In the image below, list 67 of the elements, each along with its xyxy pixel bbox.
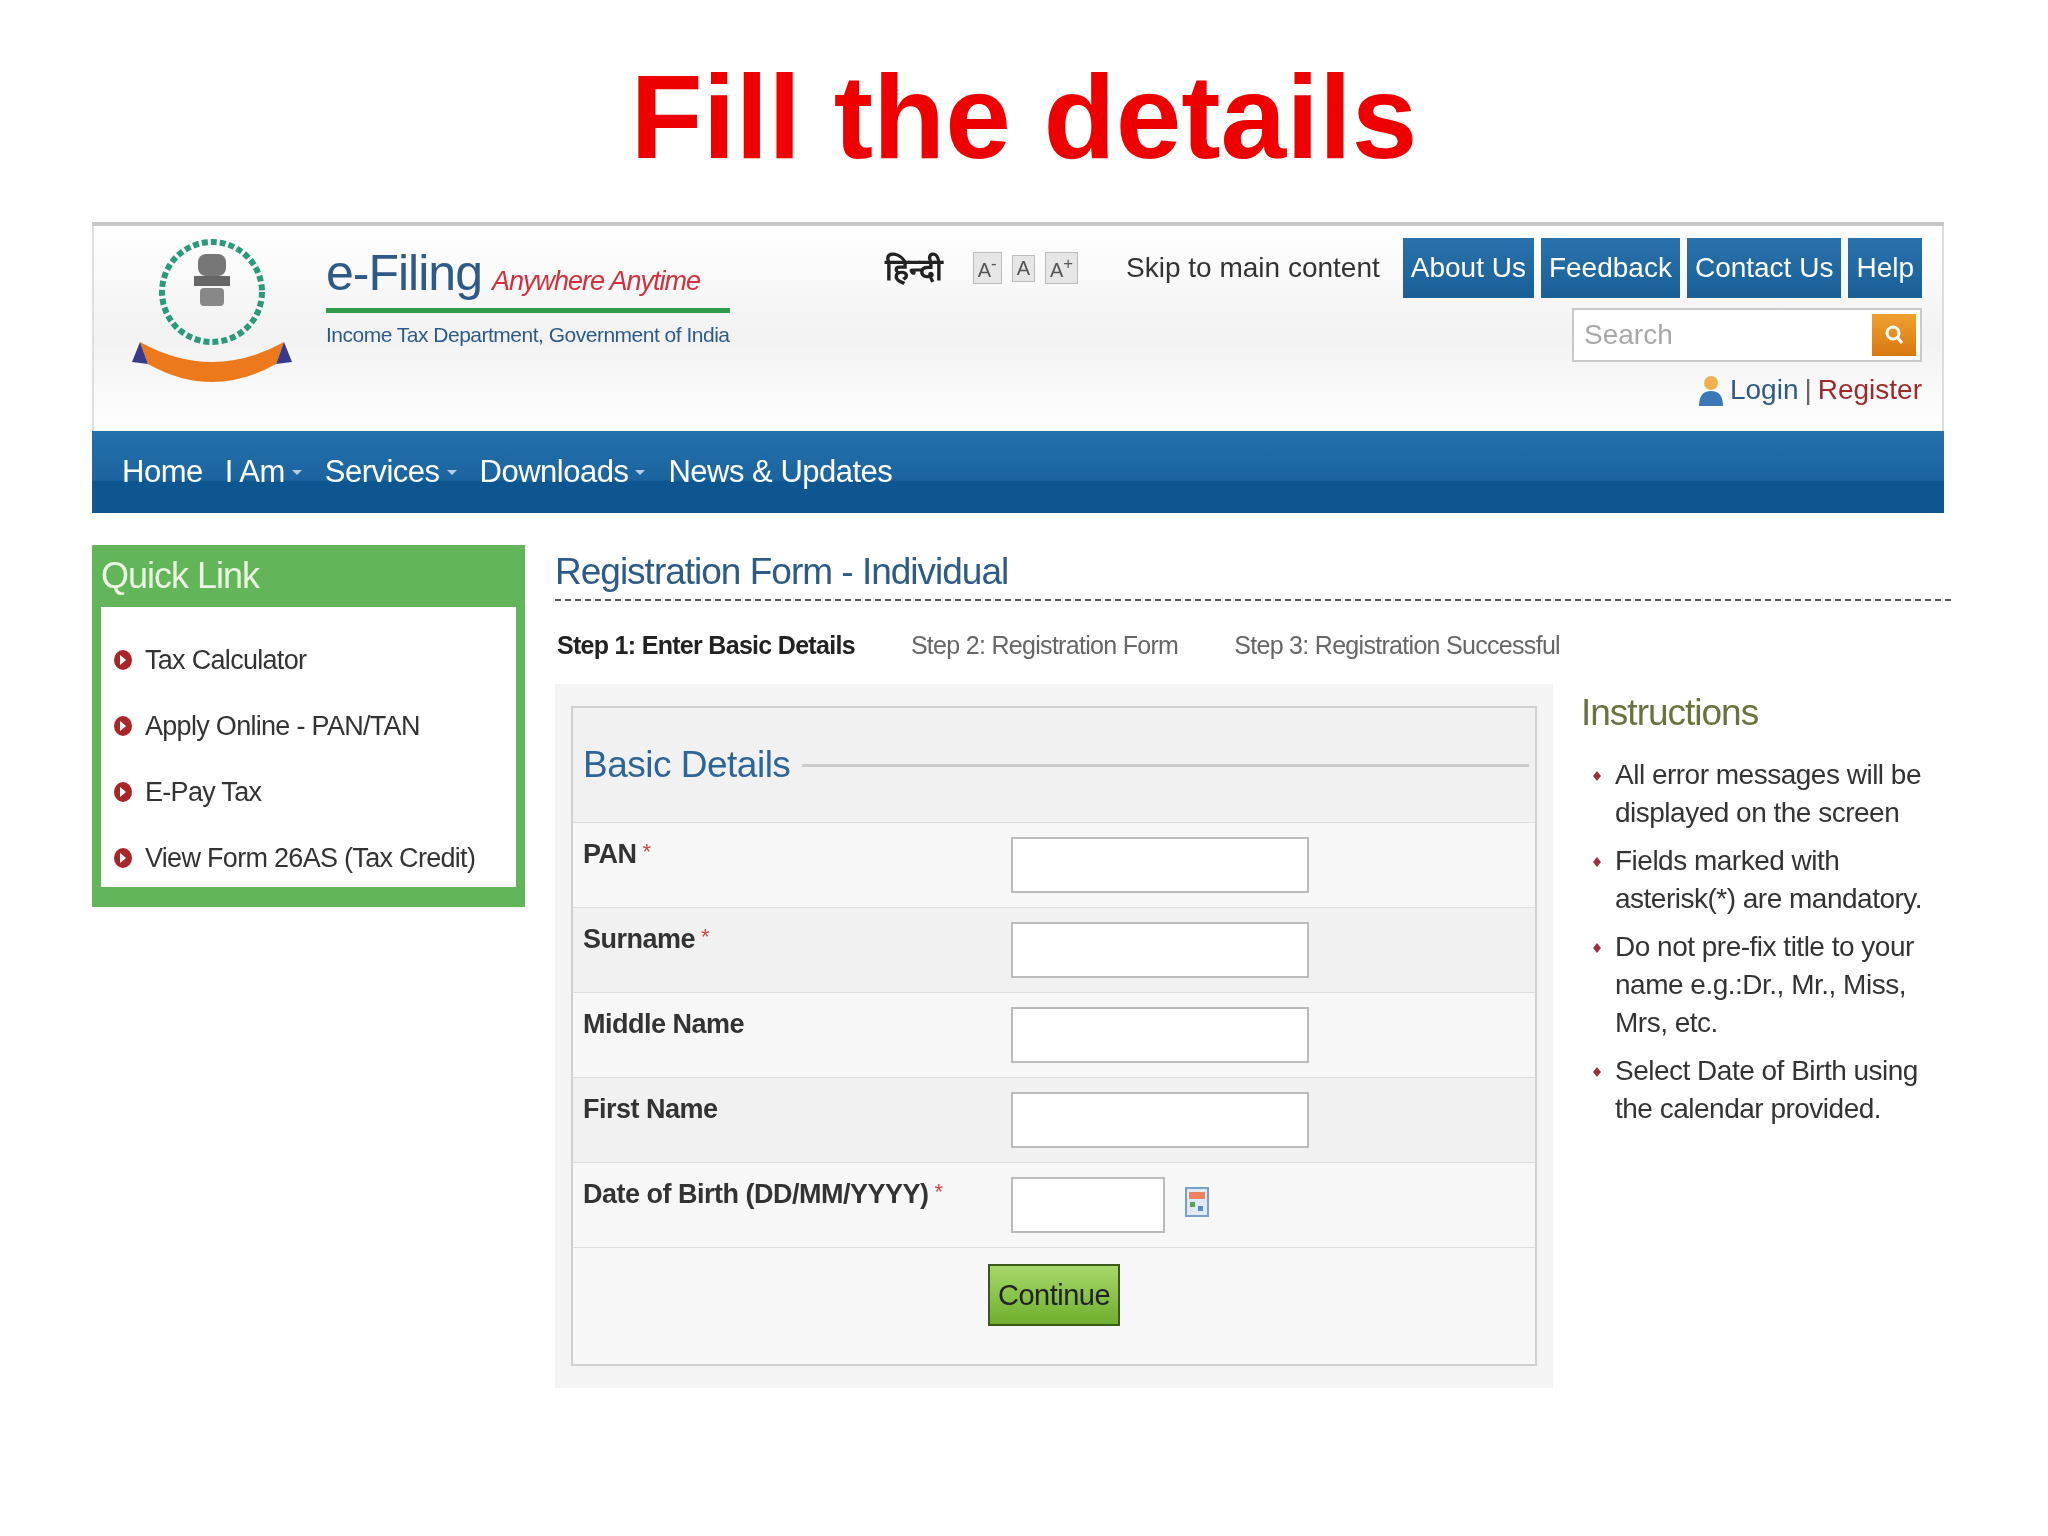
form-heading: Registration Form - Individual: [555, 551, 1009, 593]
instruction-text: All error messages will be displayed on the screen: [1615, 758, 1922, 830]
quick-link[interactable]: View Form 26AS (Tax Credit): [145, 842, 476, 874]
nav-menu-item[interactable]: Services: [324, 454, 458, 490]
field-label: Date of Birth (DD/MM/YYYY): [583, 1179, 929, 1209]
section-legend: Basic Details: [583, 744, 791, 786]
font-size-button[interactable]: A$^{+}$: [1045, 252, 1079, 284]
instruction-text: Fields marked with asterisk(*) are mandatory.: [1615, 844, 1924, 916]
field-label: Middle Name: [583, 1009, 745, 1039]
nav-menu-item[interactable]: I Am: [224, 454, 303, 490]
bullet-icon: [1593, 771, 1601, 781]
skip-link[interactable]: Skip to main content: [1126, 252, 1380, 284]
nav-menu-item[interactable]: Home: [122, 454, 203, 490]
tagline: Anywhere Anytime: [491, 266, 701, 297]
top-menu-button[interactable]: Feedback: [1540, 238, 1680, 298]
arrow-bullet-icon: [113, 715, 133, 737]
register-link[interactable]: Register: [1817, 374, 1922, 406]
search-input[interactable]: Search: [1582, 318, 1872, 352]
required-mark: *: [701, 924, 710, 949]
instruction-text: Select Date of Birth using the calendar provided.: [1615, 1054, 1919, 1126]
nav-menu-item[interactable]: Downloads: [479, 454, 647, 490]
calendar-icon[interactable]: [1185, 1187, 1209, 1217]
wizard-step: Step 2: Registration Form: [910, 631, 1179, 660]
arrow-bullet-icon: [113, 649, 133, 671]
login-link[interactable]: Login: [1729, 374, 1799, 406]
required-mark: *: [934, 1179, 943, 1204]
arrow-bullet-icon: [113, 847, 133, 869]
nav-menu-item[interactable]: News & Updates: [668, 454, 893, 490]
field-label: First Name: [583, 1094, 718, 1124]
font-size-button[interactable]: A$^{-}$: [972, 252, 1002, 284]
field-label: PAN: [583, 839, 637, 869]
bullet-icon: [1593, 1067, 1601, 1077]
field-label: Surname: [583, 924, 696, 954]
site-title: e-Filing: [326, 244, 482, 302]
bullet-icon: [1593, 943, 1601, 953]
instruction-text: Do not pre-fix title to your name e.g.:Dr., Mr., Miss, Mrs, etc.: [1615, 930, 1915, 1040]
user-icon: [1697, 374, 1724, 406]
wizard-step: Step 3: Registration Successful: [1234, 631, 1560, 660]
arrow-bullet-icon: [113, 781, 133, 803]
search-button[interactable]: [1872, 314, 1916, 356]
quick-link[interactable]: Apply Online - PAN/TAN: [145, 710, 420, 742]
input-field[interactable]: [1011, 1092, 1309, 1148]
search-field[interactable]: Search: [1572, 308, 1922, 362]
caret-icon: [290, 468, 303, 476]
language-link[interactable]: हिन्दी: [884, 247, 943, 289]
instructions-title: Instructions: [1581, 692, 1760, 734]
quick-link[interactable]: E-Pay Tax: [145, 776, 262, 808]
input-field[interactable]: [1011, 837, 1309, 893]
top-menu-button[interactable]: Help: [1848, 238, 1922, 298]
slide-title: Fill the details: [630, 52, 1418, 182]
input-field[interactable]: [1011, 922, 1309, 978]
caret-icon: [634, 468, 647, 476]
panel-title: Quick Link: [101, 554, 261, 598]
department-subtitle: Income Tax Department, Government of India: [326, 323, 730, 347]
quick-link[interactable]: Tax Calculator: [145, 644, 307, 676]
wizard-step: Step 1: Enter Basic Details: [557, 631, 855, 660]
input-field[interactable]: [1011, 1177, 1165, 1233]
top-menu-button[interactable]: About Us: [1402, 238, 1534, 298]
top-menu-button[interactable]: Contact Us: [1686, 238, 1842, 298]
separator: |: [1804, 374, 1812, 406]
bullet-icon: [1593, 857, 1601, 867]
font-size-button[interactable]: A: [1011, 254, 1035, 282]
continue-button[interactable]: Continue: [987, 1264, 1121, 1326]
input-field[interactable]: [1011, 1007, 1309, 1063]
search-icon: [1883, 324, 1905, 346]
caret-icon: [445, 468, 458, 476]
required-mark: *: [642, 839, 651, 864]
